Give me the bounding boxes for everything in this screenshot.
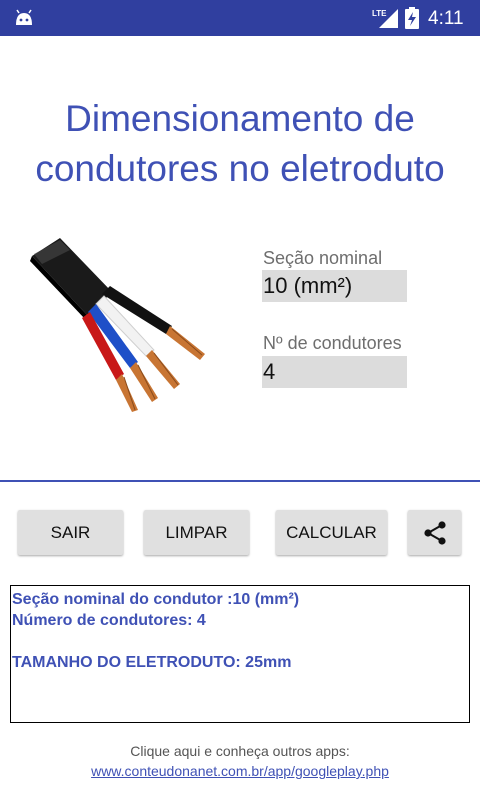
main-content: Dimensionamento de condutores no eletrod… (0, 36, 480, 800)
divider (0, 480, 480, 482)
result-section: Seção nominal do condutor :10 (mm²) (12, 591, 300, 608)
result-box: Seção nominal do condutor :10 (mm²) Núme… (10, 585, 470, 723)
signal-icon: LTE (372, 7, 400, 34)
status-time: 4:11 (428, 8, 464, 29)
result-count: Número de condutores: 4 (12, 612, 206, 629)
conductor-count-label: Nº de condutores (263, 333, 402, 353)
conductor-count-input[interactable]: 4 (262, 356, 407, 388)
result-spacer (12, 631, 469, 652)
title-line-1: Dimensionamento de (65, 98, 415, 139)
android-icon (14, 9, 34, 32)
result-conduit-size: TAMANHO DO ELETRODUTO: 25mm (12, 654, 292, 671)
footer-link[interactable]: www.conteudonanet.com.br/app/googleplay.… (0, 763, 480, 779)
battery-charging-icon (405, 7, 419, 34)
status-bar: LTE 4:11 (0, 0, 480, 36)
footer-text: Clique aqui e conheça outros apps: (130, 743, 350, 759)
share-icon (424, 521, 446, 545)
page-title: Dimensionamento de condutores no eletrod… (0, 94, 480, 194)
cable-image (30, 234, 220, 419)
clear-button[interactable]: LIMPAR (144, 510, 249, 555)
network-type-label: LTE (372, 9, 387, 18)
title-line-2: condutores no eletroduto (35, 148, 445, 189)
calculate-button[interactable]: CALCULAR (276, 510, 387, 555)
share-button[interactable] (408, 510, 461, 555)
section-label: Seção nominal (263, 248, 383, 268)
section-input[interactable]: 10 (mm²) (262, 270, 407, 302)
exit-button[interactable]: SAIR (18, 510, 123, 555)
